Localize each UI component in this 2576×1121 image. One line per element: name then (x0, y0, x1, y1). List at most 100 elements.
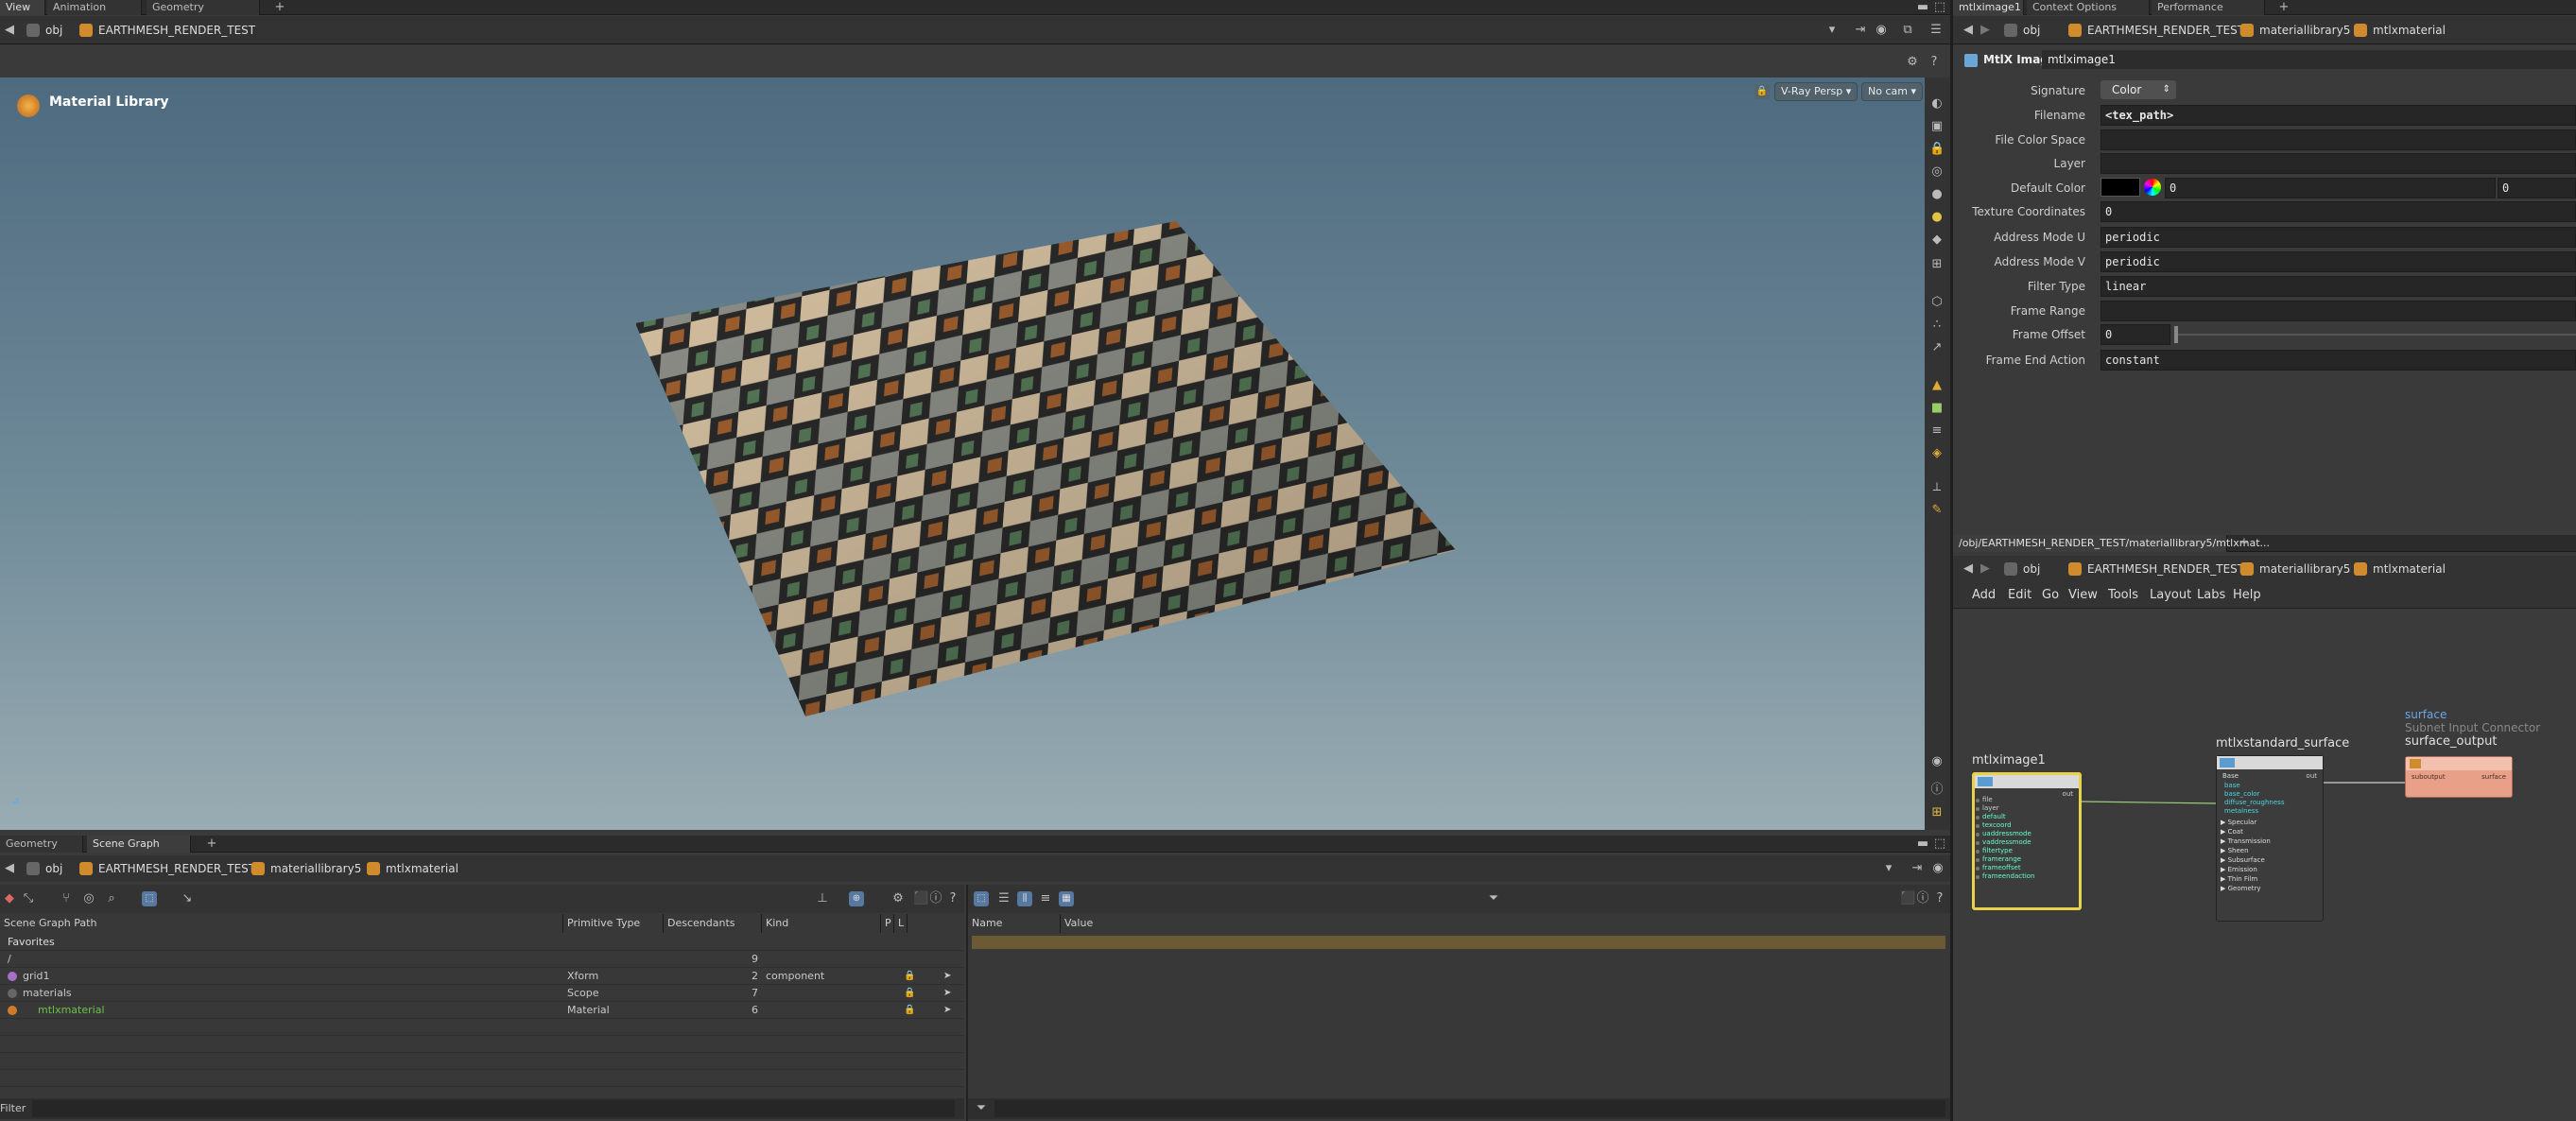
col-scene-graph-path[interactable]: Scene Graph Path (0, 914, 563, 933)
add-tab-icon[interactable]: + (2276, 0, 2291, 15)
color-g-field[interactable]: 0 (2498, 178, 2576, 198)
search-icon[interactable]: ⌕ (104, 891, 119, 906)
path-obj[interactable]: obj (23, 20, 70, 41)
filter-icon[interactable]: ⏷ (1486, 891, 1501, 906)
viewport-gear-icon[interactable]: ⚙ (1905, 55, 1920, 70)
properties-selected-row[interactable] (972, 936, 1945, 949)
back-arrow-icon[interactable]: ◀ (1961, 23, 1976, 38)
info-icon[interactable]: ⓘ (1929, 783, 1945, 798)
lock-icon[interactable]: 🔒 (904, 1002, 915, 1019)
tab-mtlximage1[interactable]: mtlximage1 (1953, 0, 2024, 15)
measure-icon[interactable]: ⟂ (1929, 480, 1945, 495)
menu-add[interactable]: Add (1972, 588, 1996, 602)
scene-graph-row[interactable]: materials Scope 7 🔒 ➤ (0, 985, 964, 1002)
param-menu[interactable]: Color ⇕ (2101, 80, 2176, 99)
path-obj[interactable]: obj (23, 858, 70, 879)
input-port-dot[interactable] (1976, 858, 1980, 862)
section-label[interactable]: ▶ Thin Film (2221, 875, 2257, 883)
tab-context-options[interactable]: Context Options Editor (2027, 0, 2150, 28)
input-port-dot[interactable] (1976, 833, 1980, 836)
collapse-icon[interactable]: ◆ (2, 891, 17, 906)
slider-handle[interactable] (2174, 326, 2178, 343)
view-icon[interactable]: ◉ (1929, 754, 1945, 769)
ghost-icon[interactable]: ▣ (1929, 119, 1945, 134)
add-tab-icon[interactable]: + (272, 0, 287, 15)
scene-graph-row[interactable]: grid1 Xform 2 component 🔒 ➤ (0, 968, 964, 985)
add-tab-icon[interactable]: + (2237, 536, 2252, 551)
render-region-icon[interactable]: ▲ (1929, 378, 1945, 393)
select-icon[interactable]: ⤡ (21, 891, 36, 906)
param-field[interactable]: <tex_path> (2101, 105, 2576, 126)
info-icon[interactable]: ⓘ (1915, 891, 1930, 906)
chart-icon[interactable]: ⊥ (815, 891, 830, 906)
wireframe-icon[interactable]: ⬡ (1929, 295, 1945, 310)
input-port-dot[interactable] (1976, 875, 1980, 879)
forward-arrow-icon[interactable]: ▶ (1978, 23, 1993, 38)
param-field[interactable]: 0 (2101, 324, 2170, 345)
path-mtlxmaterial[interactable]: mtlxmaterial (2350, 20, 2453, 41)
node-mtlximage1[interactable]: out file layer default texcoord uaddressmode… (1972, 772, 2082, 910)
tab-view[interactable]: View (0, 0, 45, 15)
section-label[interactable]: ▶ Sheen (2221, 847, 2249, 854)
pane-maximize-icon[interactable]: ⬚ (1932, 836, 1947, 852)
color-swatch[interactable] (2101, 178, 2140, 197)
param-field[interactable]: periodic (2101, 251, 2576, 272)
path-mtlxmaterial[interactable]: mtlxmaterial (363, 858, 466, 879)
lock-icon[interactable]: 🔒 (904, 968, 915, 985)
viewport[interactable]: Material Library 🔒 V-Ray Persp ▾ No cam … (0, 78, 1925, 830)
input-port-dot[interactable] (1976, 816, 1980, 819)
path-earthmesh[interactable]: EARTHMESH_RENDER_TEST (2065, 559, 2252, 579)
pin-icon[interactable]: ⇥ (1910, 861, 1925, 876)
camera-icon[interactable]: ⬛ (913, 891, 928, 906)
section-label[interactable]: ▶ Geometry (2221, 885, 2261, 892)
snapshot-render-icon[interactable]: ■ (1929, 401, 1945, 416)
frame-offset-slider[interactable] (2176, 334, 2576, 336)
pointer-icon[interactable]: ➤ (943, 985, 951, 1002)
param-field[interactable] (2101, 129, 2576, 150)
light-icon[interactable]: ● (1929, 210, 1945, 225)
eyedropper-icon[interactable]: ✎ (1929, 503, 1945, 518)
link-icon[interactable]: ◉ (1930, 861, 1945, 876)
tab-scene-graph-layers[interactable]: Scene Graph Layers (87, 836, 191, 867)
layout-icon[interactable]: ⊞ (1929, 805, 1945, 820)
viewport-help-icon[interactable]: ? (1927, 55, 1942, 70)
view-mode-icon[interactable]: ⬚ (974, 891, 989, 906)
tab-animation-editor[interactable]: Animation Editor (47, 0, 142, 28)
add-tab-icon[interactable]: + (204, 836, 219, 852)
tab-performance-monitor[interactable]: Performance Monitor (2152, 0, 2265, 28)
scene-graph-row[interactable]: mtlxmaterial Material 6 🔒 ➤ (0, 1002, 964, 1019)
expand-icon[interactable]: ◎ (81, 891, 96, 906)
list-icon[interactable]: ☰ (996, 891, 1011, 906)
param-field[interactable] (2101, 153, 2576, 174)
points-icon[interactable]: ∴ (1929, 318, 1945, 333)
section-label[interactable]: ▶ Transmission (2221, 837, 2271, 845)
camera-light-icon[interactable]: ◆ (1929, 233, 1945, 248)
path-obj[interactable]: obj (2000, 559, 2048, 579)
scene-graph-row[interactable]: /9 (0, 951, 964, 968)
input-port-dot[interactable] (1976, 867, 1980, 871)
path-materiallibrary5[interactable]: materiallibrary5 (248, 858, 369, 879)
param-field[interactable]: 0 (2101, 201, 2576, 222)
input-port-dot[interactable] (1976, 799, 1980, 802)
display-options-icon[interactable]: ◐ (1929, 96, 1945, 112)
shading-icon[interactable]: ● (1929, 187, 1945, 202)
camera-icon[interactable]: ⬛ (1900, 891, 1915, 906)
normals-icon[interactable]: ↗ (1929, 340, 1945, 355)
input-port-dot[interactable] (1976, 850, 1980, 854)
pane-maximize-icon[interactable]: ⬚ (1932, 0, 1947, 15)
input-port-dot[interactable] (1976, 807, 1980, 811)
info-icon[interactable]: ⓘ (928, 891, 943, 906)
tab-geometry-spreadsheet[interactable]: Geometry Spreadsheet (147, 0, 260, 28)
param-field[interactable]: periodic (2101, 227, 2576, 248)
rows-icon[interactable]: ≡ (1038, 891, 1053, 906)
col-l[interactable]: L (894, 914, 908, 933)
col-name[interactable]: Name (968, 914, 1061, 933)
color-r-field[interactable]: 0 (2165, 178, 2496, 198)
columns-icon[interactable]: ⫼ (1017, 891, 1032, 906)
help-icon[interactable]: ? (945, 891, 960, 906)
path-mtlxmaterial[interactable]: mtlxmaterial (2350, 559, 2453, 579)
menu-view[interactable]: View (2068, 588, 2098, 602)
branch-icon[interactable]: ⑂ (59, 891, 74, 906)
populate-icon[interactable]: ↘ (180, 891, 195, 906)
pointer-icon[interactable]: ➤ (943, 968, 951, 985)
